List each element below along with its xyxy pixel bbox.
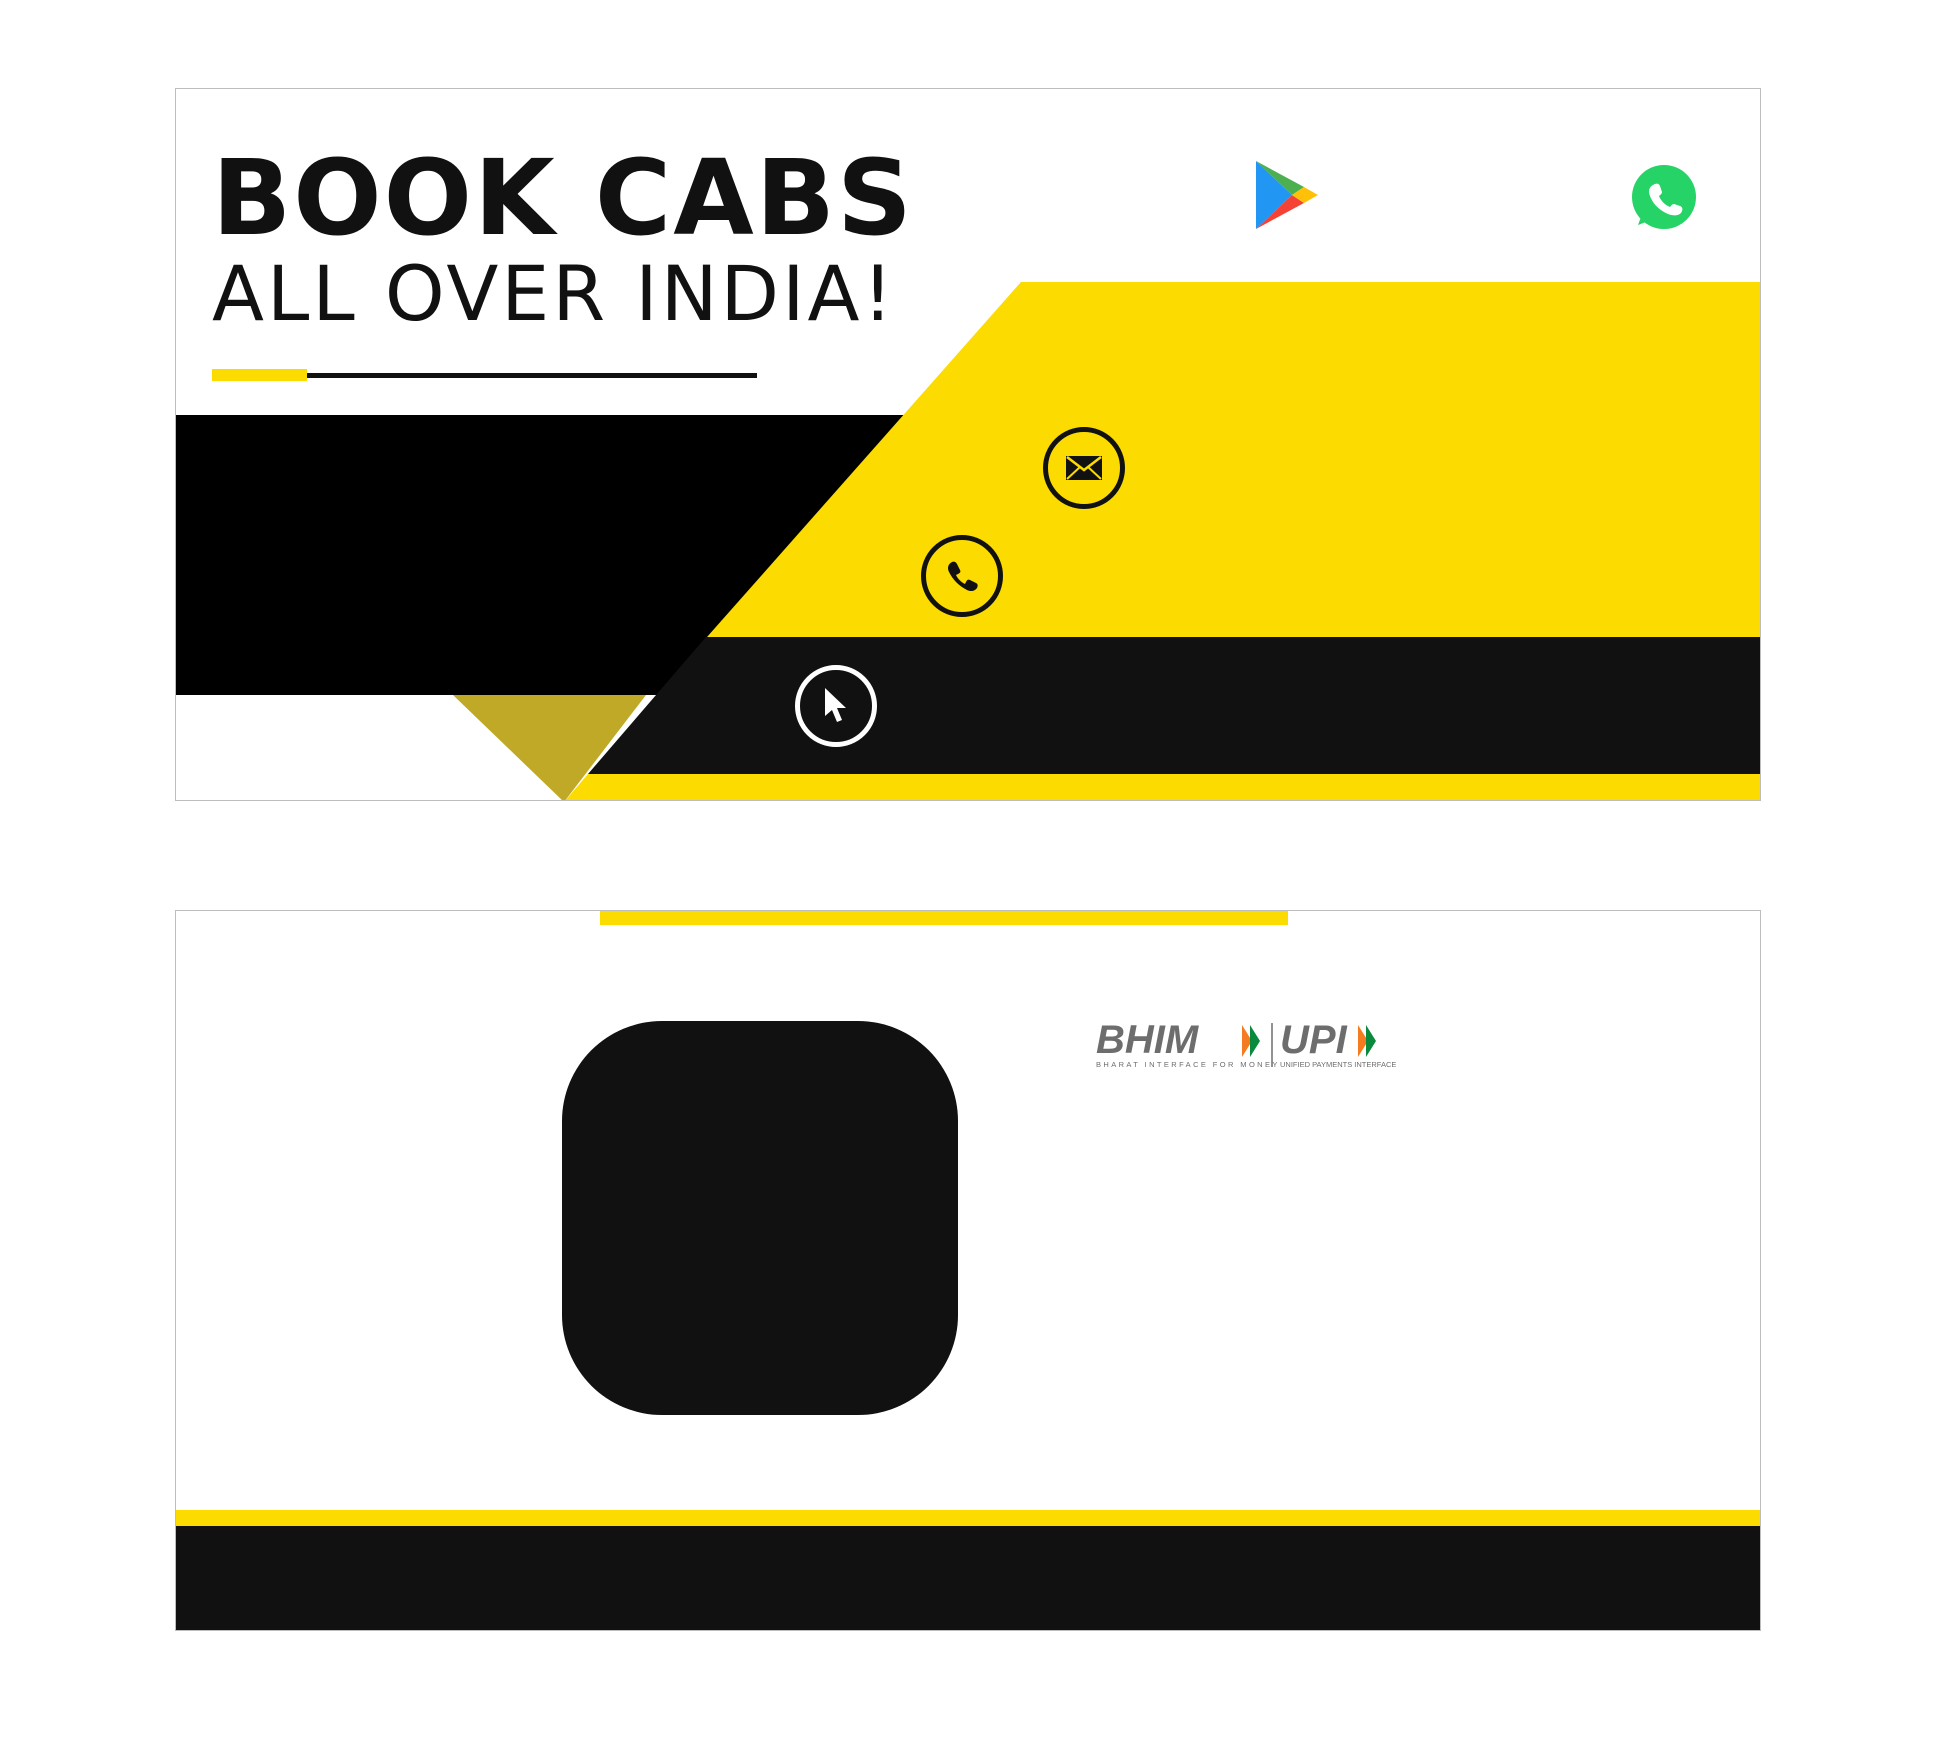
upi-logo-subtext: UNIFIED PAYMENTS INTERFACE <box>1280 1060 1396 1069</box>
underline-black <box>307 373 757 378</box>
cursor-icon <box>825 688 846 722</box>
google-play-icon[interactable] <box>1254 159 1320 231</box>
headline: BOOK CABS <box>212 137 914 259</box>
phone-button[interactable] <box>921 535 1003 617</box>
top-yellow-bar <box>600 911 1288 925</box>
bottom-black-band <box>176 1526 1760 1630</box>
email-icon <box>1066 456 1102 480</box>
black-band-right <box>588 637 1760 774</box>
yellow-bottom-stripe <box>565 774 1760 800</box>
subheadline: ALL OVER INDIA! <box>212 249 896 338</box>
website-button[interactable] <box>795 665 877 747</box>
bhim-logo-text: BHIM <box>1096 1019 1200 1062</box>
whatsapp-icon[interactable] <box>1624 159 1704 239</box>
email-button[interactable] <box>1043 427 1125 509</box>
bhim-upi-logo: BHIM BHARAT INTERFACE FOR MONEY UPI UNIF… <box>1094 1018 1404 1079</box>
back-card: BHIM BHARAT INTERFACE FOR MONEY UPI UNIF… <box>175 910 1761 1631</box>
front-card: BOOK CABS ALL OVER INDIA! <box>175 88 1761 801</box>
bhim-arrow-green <box>1250 1025 1260 1057</box>
qr-placeholder <box>562 1021 958 1415</box>
bottom-yellow-stripe <box>176 1510 1760 1526</box>
upi-arrow-green <box>1366 1025 1376 1057</box>
back-card-background-shapes <box>176 911 1760 1630</box>
underline-yellow <box>212 369 307 381</box>
upi-logo-text: UPI <box>1280 1019 1348 1062</box>
phone-icon <box>948 561 978 592</box>
bhim-logo-subtext: BHARAT INTERFACE FOR MONEY <box>1096 1060 1280 1069</box>
